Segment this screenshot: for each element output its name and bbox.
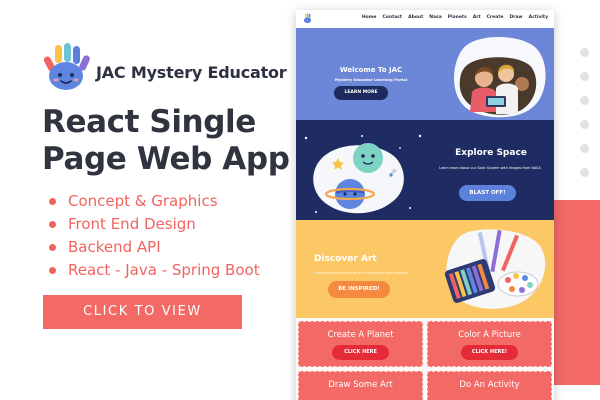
- hand-logo-icon: [43, 43, 90, 90]
- feature-item: Backend API: [48, 236, 260, 259]
- decorative-dots: [560, 48, 600, 198]
- art-subtitle: Learn about art and artists with informa…: [314, 271, 409, 275]
- art-supplies-icon: [444, 229, 546, 309]
- welcome-section: Welcome To JAC Mystery Educator Learning…: [296, 28, 554, 120]
- page-title-line-2: Page Web App: [42, 141, 290, 177]
- create-planet-card[interactable]: Create A Planet CLICK HERE: [298, 321, 423, 367]
- card-title: Color A Picture: [458, 330, 521, 340]
- color-picture-button[interactable]: CLICK HERE!: [461, 345, 518, 360]
- blast-off-button[interactable]: BLAST OFF!: [459, 185, 516, 201]
- planets-icon: [304, 134, 422, 214]
- feature-list: Concept & Graphics Front End Design Back…: [48, 190, 260, 282]
- nav-link-contact[interactable]: Contact: [382, 15, 402, 20]
- nav-link-about[interactable]: About: [408, 15, 423, 20]
- page-title: React Single Page Web App: [42, 104, 302, 178]
- brand-name: JAC Mystery Educator: [96, 63, 287, 82]
- nav-link-art[interactable]: Art: [473, 15, 481, 20]
- do-activity-card[interactable]: Do An Activity: [427, 371, 552, 400]
- feature-item: React - Java - Spring Boot: [48, 259, 260, 282]
- feature-item: Concept & Graphics: [48, 190, 260, 213]
- space-title: Explore Space: [455, 148, 527, 158]
- art-title: Discover Art: [314, 254, 377, 264]
- welcome-title: Welcome To JAC: [339, 66, 403, 74]
- nav-link-nasa[interactable]: Nasa: [429, 15, 442, 20]
- click-to-view-button[interactable]: CLICK TO VIEW: [43, 295, 242, 329]
- mockup-navbar: Home Contact About Nasa Planets Art Crea…: [296, 10, 554, 28]
- decorative-block: [552, 200, 600, 385]
- brand: JAC Mystery Educator: [40, 42, 300, 94]
- page-title-line-1: React Single: [42, 104, 256, 140]
- feature-item: Front End Design: [48, 213, 260, 236]
- nav-link-planets[interactable]: Planets: [448, 15, 467, 20]
- nav-link-home[interactable]: Home: [362, 15, 377, 20]
- welcome-subtitle: Mystery Educator Learning Portal: [334, 77, 408, 82]
- learn-more-button[interactable]: LEARN MORE: [334, 86, 388, 100]
- color-picture-card[interactable]: Color A Picture CLICK HERE!: [427, 321, 552, 367]
- space-section: Explore Space Learn more about our Solar…: [296, 120, 554, 220]
- art-section: Discover Art Learn about art and artists…: [296, 220, 554, 318]
- space-subtitle: Learn more about our Solar System with i…: [439, 166, 541, 170]
- students-photo-icon: [454, 37, 546, 118]
- website-mockup[interactable]: Home Contact About Nasa Planets Art Crea…: [296, 10, 554, 400]
- create-planet-button[interactable]: CLICK HERE: [332, 345, 389, 360]
- card-title: Do An Activity: [459, 380, 520, 390]
- mockup-nav-links: Home Contact About Nasa Planets Art Crea…: [362, 15, 548, 20]
- card-title: Draw Some Art: [328, 380, 393, 390]
- hand-logo-icon[interactable]: [302, 13, 313, 24]
- nav-link-draw[interactable]: Draw: [509, 15, 522, 20]
- draw-art-card[interactable]: Draw Some Art: [298, 371, 423, 400]
- nav-link-activity[interactable]: Activity: [529, 15, 548, 20]
- card-title: Create A Planet: [327, 330, 394, 340]
- be-inspired-button[interactable]: BE INSPIRED!: [328, 281, 390, 298]
- activities-section: Create A Planet CLICK HERE Color A Pictu…: [296, 318, 554, 400]
- nav-link-create[interactable]: Create: [487, 15, 504, 20]
